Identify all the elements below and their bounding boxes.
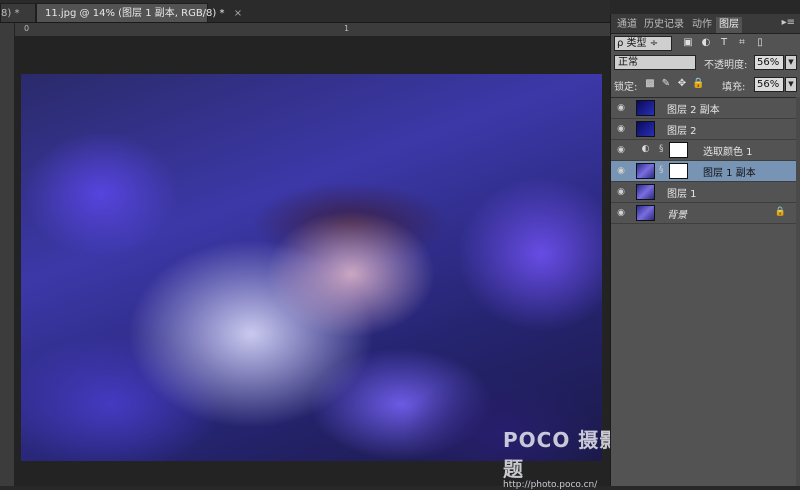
layer-name: 选取颜色 1 (703, 147, 753, 158)
filter-kind-dropdown[interactable]: ρ 类型 ÷ (614, 36, 672, 51)
tab-history[interactable]: 历史记录 (641, 17, 687, 33)
fill-input[interactable]: 56% (754, 77, 784, 92)
layer-mask-thumbnail[interactable] (669, 163, 688, 179)
lock-row: 锁定: ▩ ✎ ✥ 🔒 填充: 56% ▼ (614, 77, 798, 93)
layer-row-layer2[interactable]: ◉ 图层 2 (611, 119, 800, 140)
visibility-eye-icon[interactable]: ◉ (615, 102, 627, 114)
ruler-label-1: 1 (344, 24, 350, 33)
layer-name: 图层 1 (667, 189, 697, 200)
horizontal-ruler[interactable] (14, 23, 610, 37)
layers-panel: 通道 历史记录 动作 图层 ▸≡ ρ 类型 ÷ ▣ ◐ T ⌗ ▯ 正常 不透明… (610, 14, 800, 486)
layer-name: 背景 (667, 210, 687, 221)
link-chain-icon[interactable]: § (659, 144, 664, 154)
adjustment-layer-icon: ◐ (641, 144, 650, 154)
panel-scrollbar[interactable] (796, 97, 800, 486)
layer-row-layer1[interactable]: ◉ 图层 1 (611, 182, 800, 203)
layer-thumbnail (636, 100, 655, 116)
visibility-eye-icon[interactable]: ◉ (615, 123, 627, 135)
document-image[interactable] (21, 74, 602, 461)
layer-row-layer2-copy[interactable]: ◉ 图层 2 副本 (611, 98, 800, 119)
tab-channels[interactable]: 通道 (614, 17, 640, 33)
layer-filter-row: ρ 类型 ÷ ▣ ◐ T ⌗ ▯ (614, 36, 798, 52)
tab-layers[interactable]: 图层 (716, 17, 742, 33)
layer-name: 图层 1 副本 (703, 168, 756, 179)
tab-active-label: 11.jpg @ 14% (图层 1 副本, RGB/8) * (45, 8, 225, 19)
lock-position-icon[interactable]: ✥ (676, 78, 688, 90)
fill-slider-button[interactable]: ▼ (785, 77, 797, 92)
opacity-input[interactable]: 56% (754, 55, 784, 70)
lock-image-icon[interactable]: ✎ (660, 78, 672, 90)
layer-row-selective-color[interactable]: ◉ ◐ § 选取颜色 1 (611, 140, 800, 161)
shape-filter-icon[interactable]: ⌗ (736, 37, 748, 49)
layer-thumbnail (636, 163, 655, 179)
tab-active-document[interactable]: 11.jpg @ 14% (图层 1 副本, RGB/8) * × (36, 3, 242, 22)
panel-tab-bar: 通道 历史记录 动作 图层 ▸≡ (611, 14, 800, 34)
visibility-eye-icon[interactable]: ◉ (615, 144, 627, 156)
layer-row-layer1-copy[interactable]: ◉ § 图层 1 副本 (611, 161, 800, 182)
lock-icon[interactable]: 🔒 (775, 207, 786, 217)
tab-actions[interactable]: 动作 (689, 17, 715, 33)
lock-transparent-icon[interactable]: ▩ (644, 78, 656, 90)
smart-object-filter-icon[interactable]: ▯ (754, 37, 766, 49)
adjustment-filter-icon[interactable]: ◐ (700, 37, 712, 49)
visibility-eye-icon[interactable]: ◉ (615, 186, 627, 198)
visibility-eye-icon[interactable]: ◉ (615, 207, 627, 219)
layer-thumbnail (636, 205, 655, 221)
layer-name: 图层 2 (667, 126, 697, 137)
layer-row-background[interactable]: ◉ 背景 🔒 (611, 203, 800, 224)
lock-label: 锁定: (614, 82, 638, 93)
lock-all-icon[interactable]: 🔒 (692, 78, 704, 90)
blend-row: 正常 不透明度: 56% ▼ (614, 55, 798, 71)
tab-previous-label: 8) * (1, 8, 20, 19)
opacity-label: 不透明度: (704, 60, 748, 71)
opacity-slider-button[interactable]: ▼ (785, 55, 797, 70)
layer-name: 图层 2 副本 (667, 105, 720, 116)
fill-label: 填充: (722, 82, 746, 93)
link-chain-icon[interactable]: § (659, 165, 664, 175)
blend-mode-select[interactable]: 正常 (614, 55, 696, 70)
layer-mask-thumbnail[interactable] (669, 142, 688, 158)
visibility-eye-icon[interactable]: ◉ (615, 165, 627, 177)
layer-list: ◉ 图层 2 副本 ◉ 图层 2 ◉ ◐ § 选取颜色 1 ◉ § 图层 1 副… (611, 97, 800, 228)
ruler-label-0: 0 (24, 24, 30, 33)
panel-menu-icon[interactable]: ▸≡ (782, 17, 795, 28)
close-icon[interactable]: × (234, 8, 242, 19)
layer-thumbnail (636, 184, 655, 200)
vertical-ruler[interactable] (0, 23, 15, 486)
document-tab-bar: 8) * 11.jpg @ 14% (图层 1 副本, RGB/8) * × (0, 0, 610, 23)
layer-thumbnail (636, 121, 655, 137)
tab-previous-document[interactable]: 8) * (0, 3, 36, 22)
type-filter-icon[interactable]: T (718, 37, 730, 49)
pixel-filter-icon[interactable]: ▣ (682, 37, 694, 49)
